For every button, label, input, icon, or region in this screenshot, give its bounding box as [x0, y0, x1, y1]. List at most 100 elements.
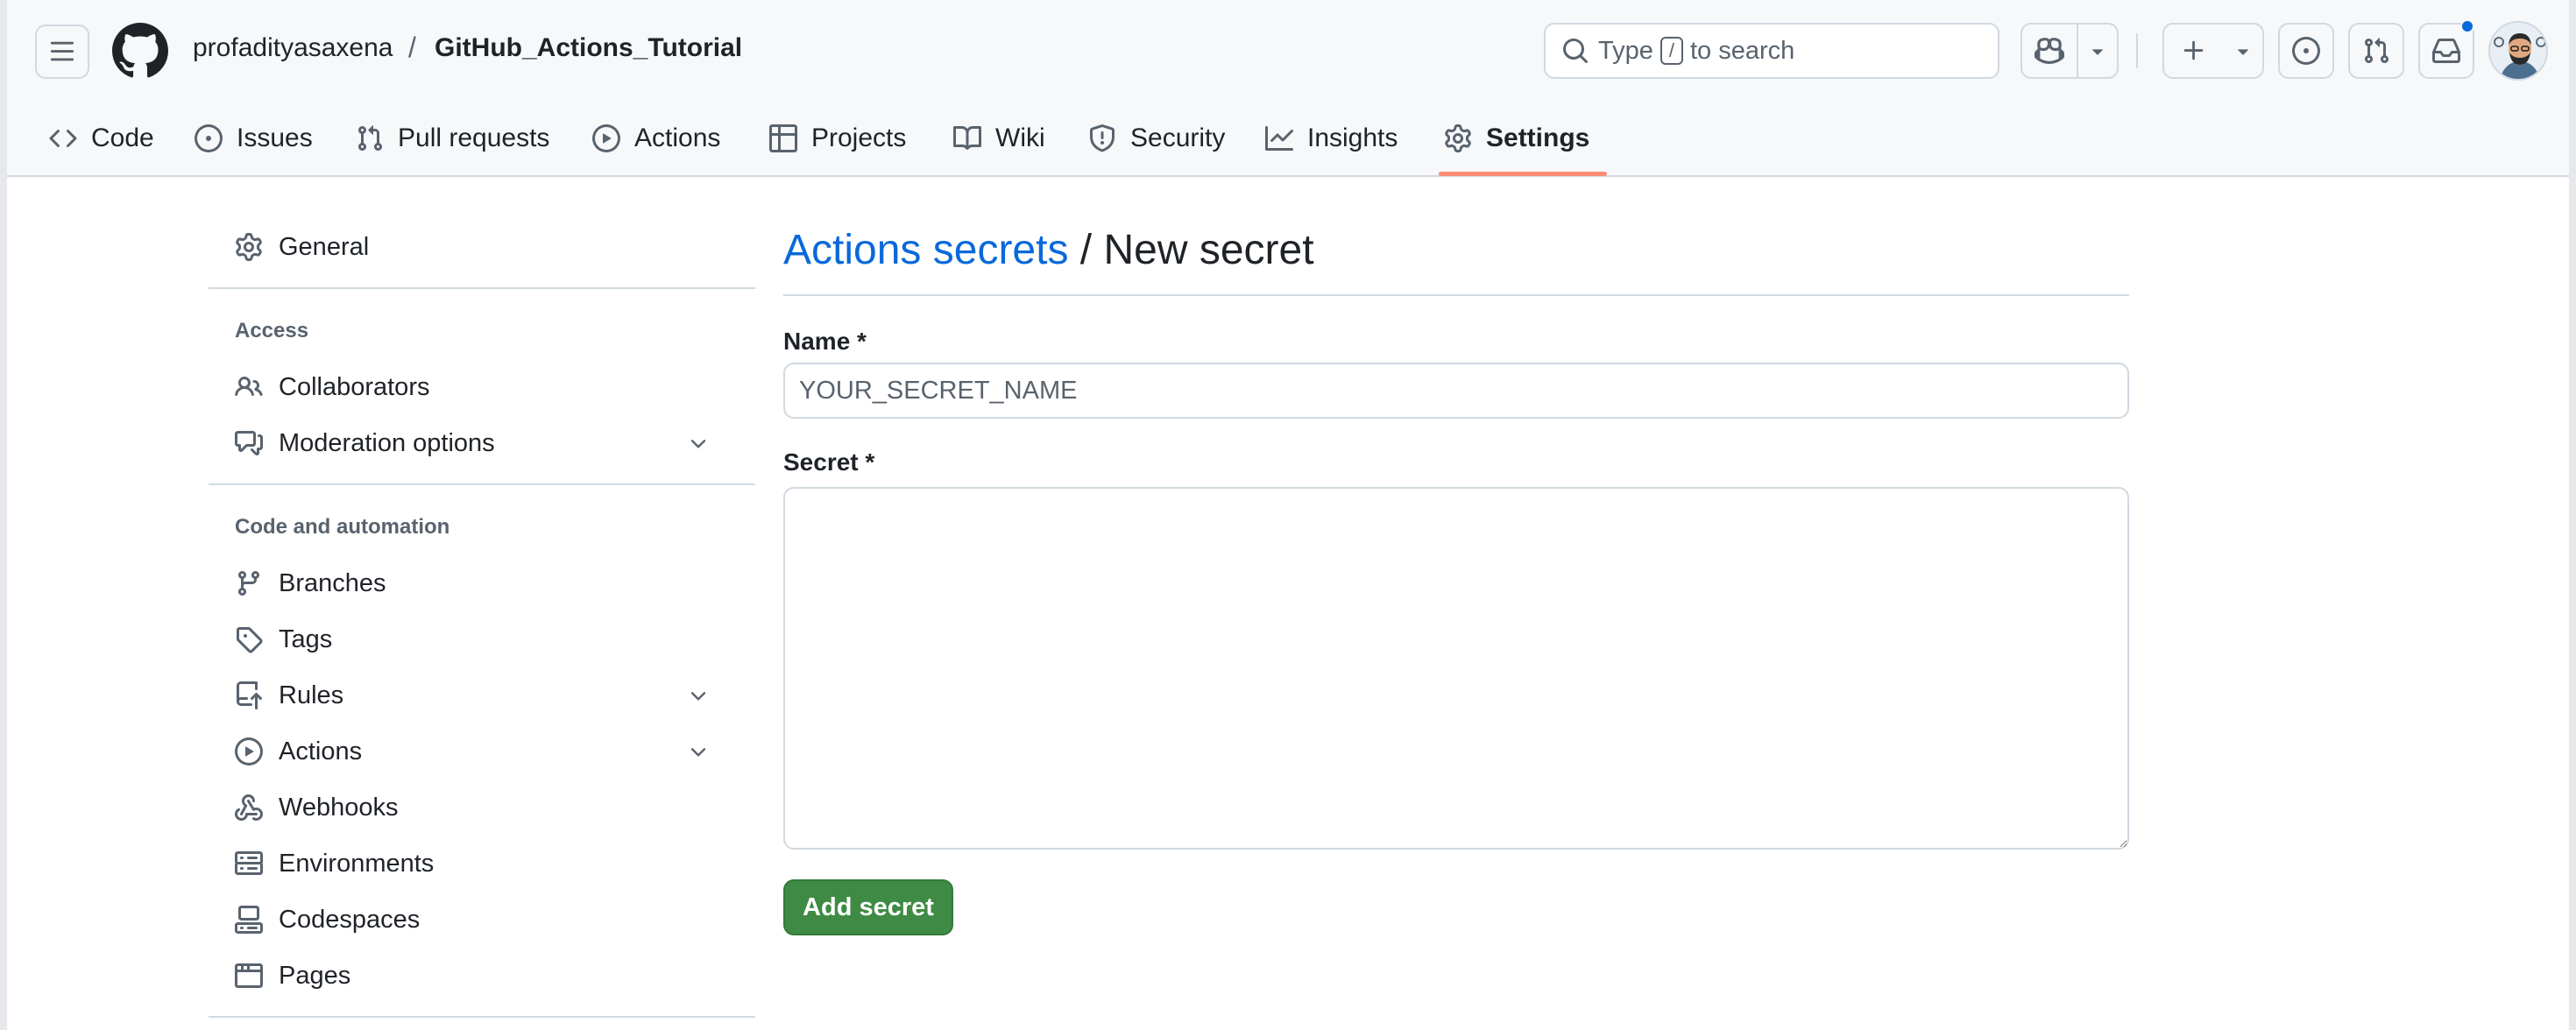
breadcrumb-repo[interactable]: GitHub_Actions_Tutorial — [435, 33, 742, 63]
sidebar-item-collaborators[interactable]: Collaborators — [209, 363, 755, 412]
header-divider — [2136, 33, 2138, 68]
sidebar-item-environments[interactable]: Environments — [209, 839, 755, 888]
menu-button[interactable] — [35, 25, 89, 79]
page-title: Actions secrets / New secret — [783, 226, 1314, 274]
tab-pull-requests[interactable]: Pull requests — [356, 102, 549, 175]
tab-settings-label: Settings — [1486, 123, 1590, 152]
window-frame-right — [2569, 0, 2576, 1030]
tab-issues[interactable]: Issues — [195, 102, 313, 175]
sidebar-divider — [209, 287, 755, 289]
github-logo-icon[interactable] — [112, 23, 168, 79]
tab-code-label: Code — [91, 123, 154, 152]
search-text-before: Type — [1598, 36, 1653, 65]
breadcrumb-actions-secrets-link[interactable]: Actions secrets — [783, 227, 1068, 273]
secret-name-input[interactable] — [783, 363, 2129, 419]
create-new-caret[interactable] — [2224, 25, 2262, 77]
sidebar-item-label: Moderation options — [279, 428, 495, 457]
book-icon — [953, 125, 981, 150]
chevron-down-icon — [690, 748, 706, 757]
gear-icon — [236, 233, 262, 261]
codespaces-icon — [235, 906, 263, 934]
breadcrumb-owner[interactable]: profadityasaxena — [193, 33, 393, 63]
secret-value-textarea[interactable] — [783, 487, 2129, 850]
sidebar-item-codespaces[interactable]: Codespaces — [209, 895, 755, 944]
tab-actions-label: Actions — [634, 123, 721, 152]
sidebar-heading-code-and-automation: Code and automation — [235, 515, 450, 539]
git-pull-request-icon — [2364, 38, 2389, 64]
page-title-text: / New secret — [1068, 227, 1314, 273]
issues-button[interactable] — [2278, 23, 2334, 79]
sidebar-item-label: Rules — [279, 681, 344, 709]
copilot-button[interactable] — [2022, 25, 2077, 77]
sidebar-item-rules[interactable]: Rules — [209, 671, 755, 720]
add-secret-button[interactable]: Add secret — [783, 879, 953, 935]
search-icon — [1563, 39, 1589, 64]
sidebar-item-label: Collaborators — [279, 372, 430, 401]
shield-icon — [1090, 124, 1115, 152]
tab-projects[interactable]: Projects — [769, 102, 906, 175]
issue-opened-icon — [2292, 37, 2320, 65]
copilot-button-group — [2020, 23, 2119, 79]
sidebar-item-label: Environments — [279, 849, 435, 878]
sidebar-item-webhooks[interactable]: Webhooks — [209, 783, 755, 832]
sidebar-item-actions[interactable]: Actions — [209, 727, 755, 776]
sidebar-divider — [209, 1016, 755, 1018]
tab-wiki[interactable]: Wiki — [953, 102, 1045, 175]
tab-code[interactable]: Code — [49, 102, 154, 175]
repo-navigation: Code Issues Pull requests Actions Projec… — [7, 102, 2569, 177]
code-icon — [49, 129, 77, 148]
search-input[interactable]: Type / to search — [1544, 23, 1999, 79]
triangle-down-icon — [2238, 49, 2248, 55]
chevron-down-icon — [690, 692, 706, 701]
sidebar-divider — [209, 483, 755, 485]
gear-icon — [1445, 124, 1471, 152]
sidebar-item-label: Branches — [279, 568, 386, 597]
sidebar-item-label: Actions — [279, 737, 363, 765]
sidebar-item-label: Webhooks — [279, 793, 399, 822]
plus-icon — [2183, 40, 2204, 60]
sidebar-heading-access: Access — [235, 319, 309, 342]
avatar[interactable] — [2488, 21, 2548, 81]
sidebar-item-general[interactable]: General — [209, 222, 755, 272]
table-icon — [769, 124, 797, 152]
people-icon — [235, 376, 263, 397]
create-new-plus[interactable] — [2164, 25, 2224, 77]
pull-requests-button[interactable] — [2348, 23, 2404, 79]
tab-security[interactable]: Security — [1088, 102, 1225, 175]
breadcrumb-separator: / — [408, 32, 416, 63]
sidebar-item-tags[interactable]: Tags — [209, 615, 755, 664]
sidebar-item-label: General — [279, 232, 370, 261]
tab-pull-requests-label: Pull requests — [398, 123, 550, 152]
inbox-icon — [2432, 39, 2460, 63]
copilot-dropdown-button[interactable] — [2077, 25, 2117, 77]
sidebar-item-pages[interactable]: Pages — [209, 951, 755, 1000]
tab-settings[interactable]: Settings — [1444, 102, 1589, 175]
search-shortcut-key: / — [1660, 37, 1683, 65]
sidebar-item-branches[interactable]: Branches — [209, 559, 755, 608]
tab-insights[interactable]: Insights — [1265, 102, 1398, 175]
sidebar-item-label: Tags — [279, 624, 333, 653]
play-icon — [235, 737, 263, 765]
user-avatar-illustration — [2490, 23, 2546, 79]
tab-issues-label: Issues — [237, 123, 313, 152]
chevron-down-icon — [690, 440, 706, 448]
top-bar: profadityasaxena / GitHub_Actions_Tutori… — [7, 0, 2569, 102]
play-icon — [592, 124, 620, 152]
title-divider — [783, 294, 2129, 296]
create-new-button[interactable] — [2162, 23, 2264, 79]
tab-insights-label: Insights — [1307, 123, 1398, 152]
tab-security-label: Security — [1130, 123, 1226, 152]
webhook-icon — [235, 794, 263, 821]
tab-projects-label: Projects — [811, 123, 907, 152]
search-text-after: to search — [1690, 36, 1795, 65]
graph-icon — [1265, 126, 1293, 151]
triangle-down-icon — [2092, 49, 2103, 55]
tab-actions[interactable]: Actions — [592, 102, 720, 175]
tag-icon — [237, 627, 263, 653]
sidebar-item-moderation-options[interactable]: Moderation options — [209, 419, 755, 468]
window-frame-left — [0, 0, 7, 1030]
app-header: profadityasaxena / GitHub_Actions_Tutori… — [7, 0, 2569, 177]
browser-icon — [235, 963, 263, 988]
secret-label: Secret * — [783, 448, 875, 476]
comment-discussion-icon — [235, 431, 263, 455]
